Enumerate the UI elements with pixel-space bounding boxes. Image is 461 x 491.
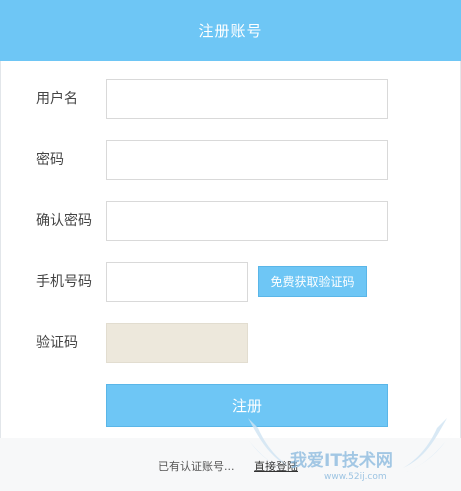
password-label: 密码 <box>36 152 64 168</box>
get-sms-code-button[interactable]: 免费获取验证码 <box>258 266 367 297</box>
password-input[interactable] <box>106 140 388 180</box>
username-input[interactable] <box>106 79 388 119</box>
watermark-text: 我爱IT技术网 <box>290 451 393 471</box>
username-label: 用户名 <box>36 91 78 107</box>
captcha-input[interactable] <box>106 323 248 363</box>
confirm-password-input[interactable] <box>106 201 388 241</box>
phone-label: 手机号码 <box>36 274 92 290</box>
page-header: 注册账号 <box>0 0 461 61</box>
page-title: 注册账号 <box>198 22 263 40</box>
confirm-password-label: 确认密码 <box>36 213 92 229</box>
watermark-url: www.52ij.com <box>324 472 387 482</box>
captcha-label: 验证码 <box>36 335 78 351</box>
footer-prompt: 已有认证账号... <box>158 460 235 473</box>
register-button[interactable]: 注册 <box>106 384 388 427</box>
phone-input[interactable] <box>106 262 248 302</box>
